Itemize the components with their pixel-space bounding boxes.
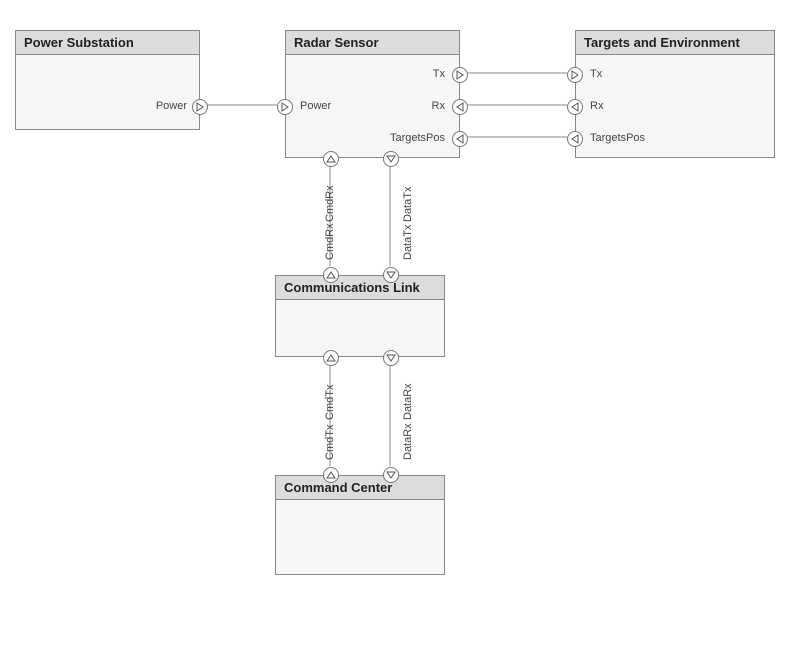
block-title: Communications Link	[276, 276, 444, 300]
port-targetspos-out[interactable]	[567, 131, 583, 147]
port-label-power-in: Power	[300, 100, 331, 112]
block-title: Power Substation	[16, 31, 199, 55]
port-power-out[interactable]	[192, 99, 208, 115]
block-command-center[interactable]: Command Center	[275, 475, 445, 575]
triangle-left-icon	[455, 102, 465, 112]
port-cmdrx-top[interactable]	[323, 267, 339, 283]
port-tx[interactable]	[452, 67, 468, 83]
vlabel-cmdtx-upper: CmdTx	[324, 385, 336, 420]
vlabel-datatx-lower: DataTx	[402, 225, 414, 260]
port-cmdtx-bot[interactable]	[323, 350, 339, 366]
triangle-down-icon	[386, 154, 396, 164]
port-label-power-out: Power	[156, 100, 187, 112]
triangle-right-icon	[570, 70, 580, 80]
port-rx-out[interactable]	[567, 99, 583, 115]
triangle-down-icon	[386, 353, 396, 363]
block-power-substation[interactable]: Power Substation Power	[15, 30, 200, 130]
block-title: Command Center	[276, 476, 444, 500]
port-rx[interactable]	[452, 99, 468, 115]
triangle-left-icon	[570, 134, 580, 144]
triangle-up-icon	[326, 270, 336, 280]
triangle-down-icon	[386, 470, 396, 480]
port-label-rx: Rx	[590, 100, 603, 112]
triangle-up-icon	[326, 154, 336, 164]
port-datatx[interactable]	[383, 151, 399, 167]
block-title: Targets and Environment	[576, 31, 774, 55]
port-cmdrx[interactable]	[323, 151, 339, 167]
port-label-targetspos: TargetsPos	[590, 132, 645, 144]
port-cmdtx[interactable]	[323, 467, 339, 483]
port-tx-in[interactable]	[567, 67, 583, 83]
port-datarx[interactable]	[383, 467, 399, 483]
port-label-tx: Tx	[433, 68, 445, 80]
vlabel-datatx-upper: DataTx	[402, 187, 414, 222]
vlabel-cmdrx-lower: CmdRx	[324, 223, 336, 260]
vlabel-datarx-upper: DataRx	[402, 383, 414, 420]
block-communications-link[interactable]: Communications Link	[275, 275, 445, 357]
triangle-up-icon	[326, 470, 336, 480]
triangle-right-icon	[455, 70, 465, 80]
triangle-left-icon	[570, 102, 580, 112]
port-datarx-bot[interactable]	[383, 350, 399, 366]
triangle-right-icon	[195, 102, 205, 112]
block-radar-sensor[interactable]: Radar Sensor Power Tx Rx TargetsPos	[285, 30, 460, 158]
port-label-rx: Rx	[432, 100, 445, 112]
vlabel-cmdrx-upper: CmdRx	[324, 185, 336, 222]
port-targetspos[interactable]	[452, 131, 468, 147]
port-label-targetspos: TargetsPos	[390, 132, 445, 144]
vlabel-cmdtx-lower: CmdTx	[324, 425, 336, 460]
port-datatx-top[interactable]	[383, 267, 399, 283]
block-targets-environment[interactable]: Targets and Environment Tx Rx TargetsPos	[575, 30, 775, 158]
triangle-down-icon	[386, 270, 396, 280]
triangle-up-icon	[326, 353, 336, 363]
triangle-left-icon	[455, 134, 465, 144]
port-label-tx: Tx	[590, 68, 602, 80]
vlabel-datarx-lower: DataRx	[402, 423, 414, 460]
port-power-in[interactable]	[277, 99, 293, 115]
triangle-right-icon	[280, 102, 290, 112]
block-title: Radar Sensor	[286, 31, 459, 55]
